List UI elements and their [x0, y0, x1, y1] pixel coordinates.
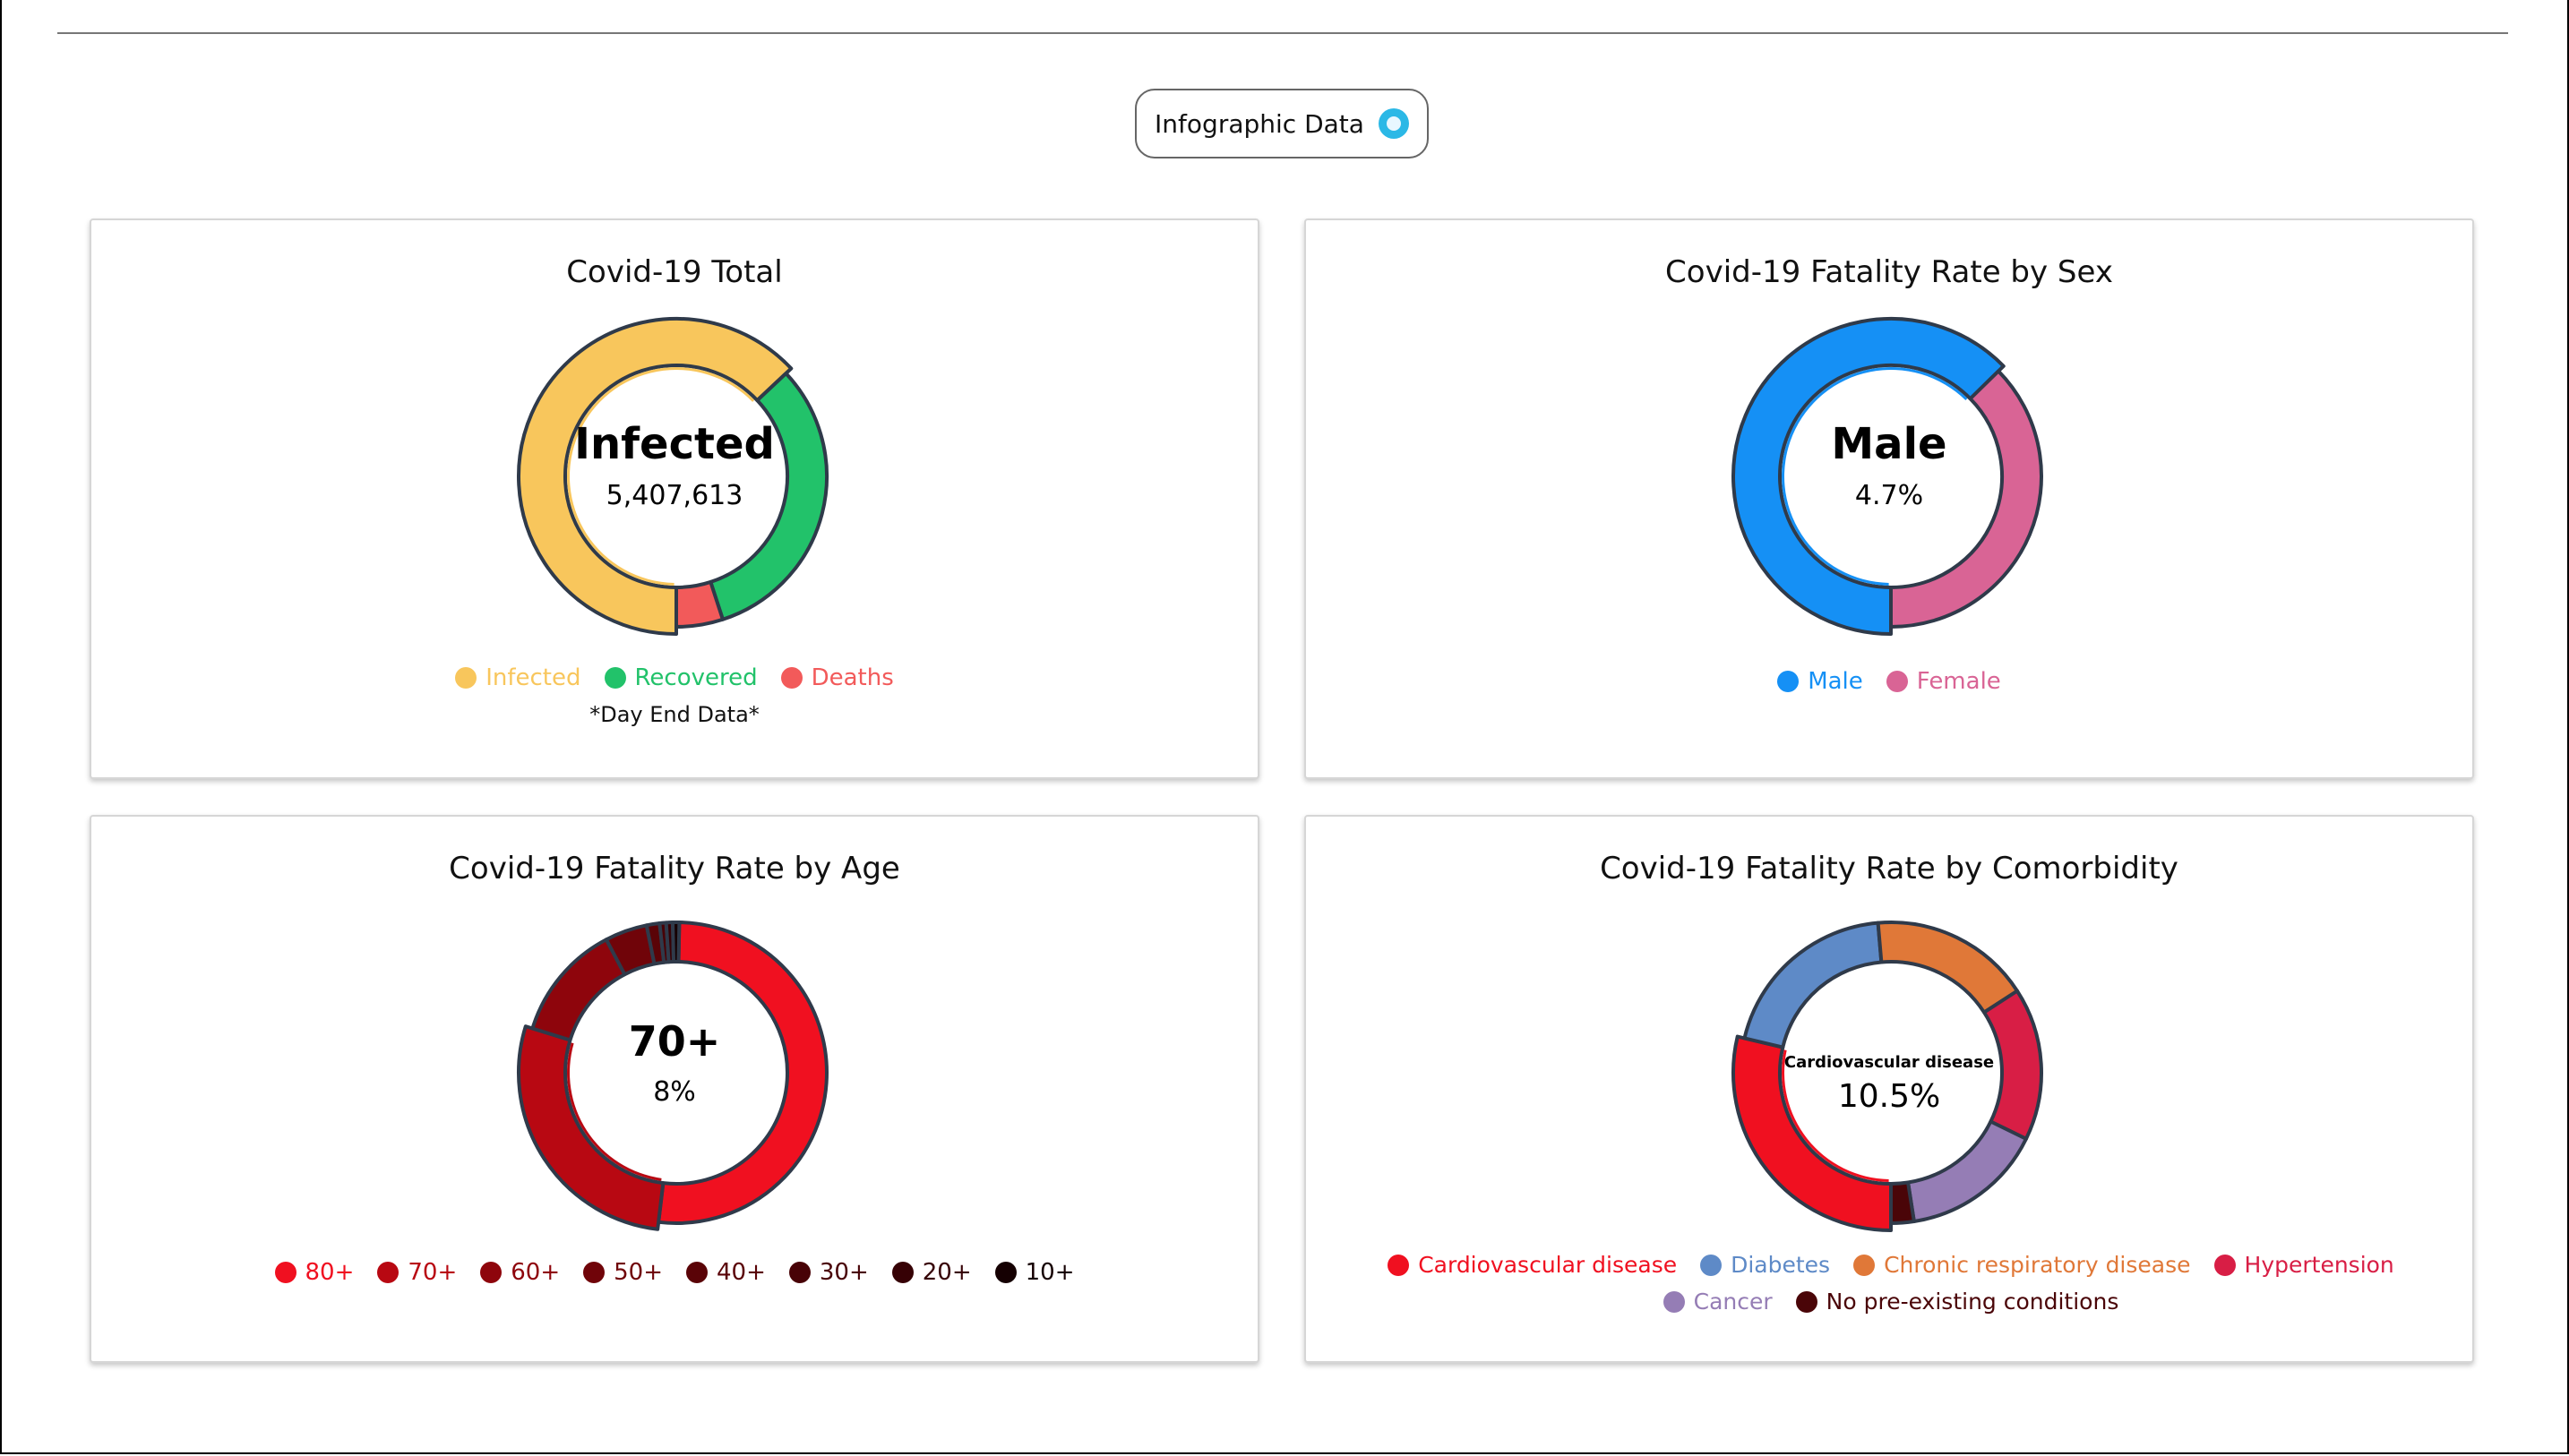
legend-dot: [891, 1262, 914, 1283]
legend-item[interactable]: Hypertension: [2213, 1252, 2394, 1278]
legend-label: Diabetes: [1731, 1252, 1831, 1278]
legend-item[interactable]: No pre-existing conditions: [1795, 1289, 2119, 1315]
legend-label: 60+: [511, 1259, 561, 1286]
legend-sex: Male Female: [1306, 668, 2472, 695]
legend-label: Infected: [485, 664, 581, 691]
legend-item[interactable]: 30+: [788, 1259, 869, 1286]
legend-item[interactable]: 20+: [891, 1259, 972, 1286]
legend-item[interactable]: 40+: [686, 1259, 766, 1286]
legend-item[interactable]: Male: [1777, 668, 1863, 695]
chart-icon: [1378, 108, 1409, 139]
legend-dot: [455, 667, 477, 689]
slice-diabetes[interactable]: [1742, 921, 1884, 1049]
legend-dot: [1700, 1254, 1723, 1276]
legend-label: Deaths: [811, 664, 894, 691]
legend-item[interactable]: 60+: [480, 1259, 560, 1286]
legend-label: Cancer: [1693, 1289, 1773, 1315]
legend-label: Female: [1916, 668, 2001, 695]
legend-item[interactable]: Diabetes: [1700, 1252, 1830, 1278]
slice-chronic-respiratory-disease[interactable]: [1876, 921, 2019, 1015]
legend-label: 20+: [922, 1259, 972, 1286]
legend-total: Infected Recovered Deaths: [91, 664, 1258, 691]
card-fatality-sex: Covid-19 Fatality Rate by Sex Male 4.7% …: [1304, 218, 2474, 779]
legend-label: Male: [1808, 668, 1863, 695]
legend-item[interactable]: 10+: [994, 1259, 1075, 1286]
legend-item[interactable]: Female: [1886, 668, 2001, 695]
legend-label: 80+: [305, 1259, 355, 1286]
legend-comorbidity: Cardiovascular disease Diabetes Chronic re…: [1378, 1252, 2404, 1315]
legend-dot: [274, 1262, 296, 1283]
legend-label: Cardiovascular disease: [1418, 1252, 1678, 1278]
legend-dot: [1663, 1290, 1685, 1313]
card-fatality-age: Covid-19 Fatality Rate by Age 70+ 8% 80+…: [90, 815, 1259, 1363]
legend-age: 80+ 70+ 60+ 50+ 40+ 30+ 20+ 10+: [91, 1259, 1258, 1286]
slice-80-[interactable]: [657, 921, 829, 1225]
day-end-note: *Day End Data*: [589, 702, 760, 727]
legend-dot: [788, 1262, 811, 1283]
card-fatality-comorbidity: Covid-19 Fatality Rate by Comorbidity Ca…: [1304, 815, 2474, 1363]
infographic-data-button[interactable]: Infographic Data: [1135, 89, 1429, 158]
slice-no-pre-existing-conditions[interactable]: [1889, 1180, 1916, 1225]
legend-item[interactable]: Cardiovascular disease: [1388, 1252, 1677, 1278]
legend-dot: [604, 667, 626, 689]
legend-label: 50+: [614, 1259, 663, 1286]
legend-dot: [780, 667, 803, 689]
legend-dot: [583, 1262, 606, 1283]
legend-item[interactable]: Deaths: [780, 664, 894, 691]
legend-item[interactable]: Recovered: [604, 664, 758, 691]
legend-label: 30+: [819, 1259, 869, 1286]
center-value: 4.7%: [1854, 480, 1924, 511]
legend-item[interactable]: Cancer: [1663, 1289, 1773, 1315]
center-label: 70+: [628, 1017, 721, 1066]
center-label: Male: [1831, 419, 1947, 469]
center-label: Cardiovascular disease: [1783, 1053, 1995, 1072]
legend-item[interactable]: Chronic respiratory disease: [1853, 1252, 2191, 1278]
top-divider: [57, 32, 2508, 34]
legend-dot: [480, 1262, 503, 1283]
center-value: 10.5%: [1837, 1078, 1941, 1115]
legend-dot: [1886, 671, 1908, 692]
legend-label: Chronic respiratory disease: [1884, 1252, 2191, 1278]
center-label: Infected: [574, 419, 775, 469]
legend-label: 40+: [717, 1259, 766, 1286]
legend-dot: [377, 1262, 400, 1283]
infographic-data-label: Infographic Data: [1155, 108, 1364, 139]
legend-label: Hypertension: [2244, 1252, 2394, 1278]
center-value: 8%: [653, 1076, 696, 1108]
legend-item[interactable]: 80+: [274, 1259, 355, 1286]
legend-dot: [1777, 671, 1800, 692]
slice-10-[interactable]: [671, 921, 682, 964]
legend-label: No pre-existing conditions: [1826, 1289, 2119, 1315]
legend-item[interactable]: 50+: [583, 1259, 663, 1286]
legend-dot: [2213, 1254, 2236, 1276]
legend-dot: [686, 1262, 708, 1283]
legend-dot: [1853, 1254, 1876, 1276]
legend-label: 70+: [408, 1259, 458, 1286]
legend-item[interactable]: 70+: [377, 1259, 457, 1286]
legend-dot: [1795, 1290, 1817, 1313]
legend-item[interactable]: Infected: [455, 664, 581, 691]
legend-label: Recovered: [634, 664, 758, 691]
legend-dot: [1388, 1254, 1410, 1276]
center-value: 5,407,613: [606, 480, 743, 511]
card-covid-total: Covid-19 Total Infected 5,407,613 Infect…: [90, 218, 1259, 779]
slice-cancer[interactable]: [1906, 1119, 2028, 1223]
legend-label: 10+: [1025, 1259, 1075, 1286]
legend-dot: [994, 1262, 1017, 1283]
